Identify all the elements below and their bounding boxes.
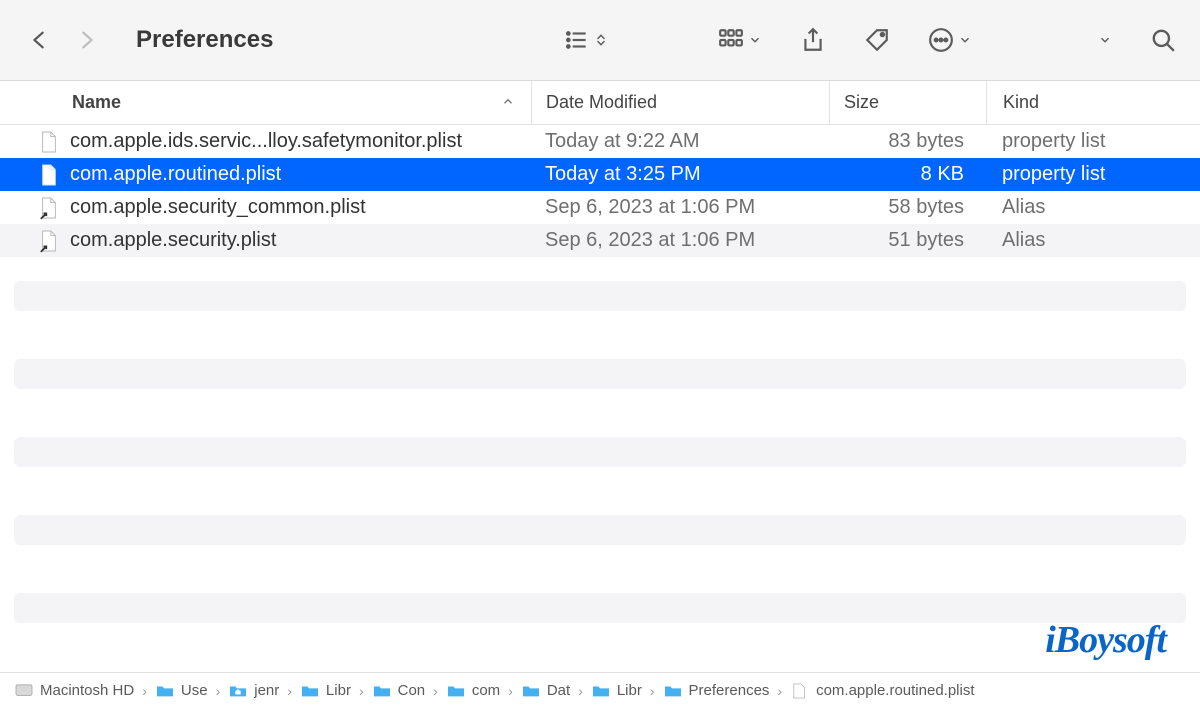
breadcrumb-separator-icon: ›: [431, 683, 440, 699]
view-mode-list-icon[interactable]: [564, 27, 608, 53]
breadcrumb-item[interactable]: com: [446, 682, 500, 699]
toolbar-actions: [564, 27, 1176, 53]
disk-icon: [14, 683, 34, 699]
folder-icon: [521, 683, 541, 699]
breadcrumb-separator-icon: ›: [775, 683, 784, 699]
empty-row: [14, 437, 1186, 467]
column-header-kind-label: Kind: [1003, 92, 1039, 113]
file-kind: Alias: [986, 196, 1200, 219]
file-kind: Alias: [986, 229, 1200, 252]
breadcrumb-label: Use: [181, 682, 208, 699]
watermark-logo: iBoysoft: [1045, 618, 1166, 662]
forward-button[interactable]: [76, 25, 98, 55]
file-row[interactable]: com.apple.security_common.plist Sep 6, 20…: [0, 191, 1200, 224]
empty-row: [14, 515, 1186, 545]
file-size: 51 bytes: [829, 229, 986, 252]
file-name: com.apple.security_common.plist: [70, 196, 366, 219]
file-size: 8 KB: [829, 163, 986, 186]
file-size: 58 bytes: [829, 196, 986, 219]
file-date: Sep 6, 2023 at 1:06 PM: [531, 229, 829, 252]
folder-icon: [155, 683, 175, 699]
toolbar: Preferences: [0, 0, 1200, 81]
file-row[interactable]: com.apple.routined.plist Today at 3:25 PM…: [0, 158, 1200, 191]
document-file-icon: [38, 128, 60, 156]
alias-file-icon: [38, 227, 60, 255]
breadcrumb-label: Macintosh HD: [40, 682, 134, 699]
search-icon[interactable]: [1150, 27, 1176, 53]
breadcrumb-label: jenr: [254, 682, 279, 699]
breadcrumb-item[interactable]: Use: [155, 682, 208, 699]
file-kind: property list: [986, 130, 1200, 153]
window-title: Preferences: [136, 26, 546, 54]
column-header-date[interactable]: Date Modified: [531, 81, 829, 124]
breadcrumb-separator-icon: ›: [648, 683, 657, 699]
breadcrumb-label: Con: [398, 682, 426, 699]
empty-row: [14, 359, 1186, 389]
share-icon[interactable]: [800, 27, 826, 53]
column-header-name[interactable]: Name: [0, 81, 531, 124]
group-by-icon[interactable]: [718, 27, 762, 53]
breadcrumb-item[interactable]: jenr: [228, 682, 279, 699]
back-button[interactable]: [28, 25, 50, 55]
dropdown-icon[interactable]: [1098, 33, 1112, 47]
empty-row: [14, 593, 1186, 623]
column-header-size[interactable]: Size: [829, 81, 986, 124]
breadcrumb-separator-icon: ›: [576, 683, 585, 699]
nav-buttons: [28, 25, 98, 55]
file-name: com.apple.security.plist: [70, 229, 276, 252]
breadcrumb-item[interactable]: Con: [372, 682, 426, 699]
folder-icon: [446, 683, 466, 699]
folder-icon: [300, 683, 320, 699]
column-header-size-label: Size: [844, 92, 879, 113]
column-header-kind[interactable]: Kind: [986, 81, 1200, 124]
more-actions-icon[interactable]: [928, 27, 972, 53]
breadcrumb-label: Dat: [547, 682, 570, 699]
file-date: Today at 3:25 PM: [531, 163, 829, 186]
tags-icon[interactable]: [864, 27, 890, 53]
file-row[interactable]: com.apple.security.plist Sep 6, 2023 at 1…: [0, 224, 1200, 257]
breadcrumb-separator-icon: ›: [285, 683, 294, 699]
watermark-text: iBoysoft: [1045, 618, 1166, 662]
document-icon: [790, 683, 810, 699]
breadcrumb-label: Preferences: [689, 682, 770, 699]
column-headers: Name Date Modified Size Kind: [0, 81, 1200, 125]
breadcrumb-separator-icon: ›: [214, 683, 223, 699]
home-folder-icon: [228, 683, 248, 699]
breadcrumb-separator-icon: ›: [506, 683, 515, 699]
breadcrumb-item[interactable]: com.apple.routined.plist: [790, 682, 974, 699]
folder-icon: [663, 683, 683, 699]
empty-rows: [0, 257, 1200, 623]
breadcrumb-item[interactable]: Preferences: [663, 682, 770, 699]
file-name: com.apple.routined.plist: [70, 163, 281, 186]
breadcrumb-separator-icon: ›: [357, 683, 366, 699]
breadcrumb-separator-icon: ›: [140, 683, 149, 699]
file-kind: property list: [986, 163, 1200, 186]
file-size: 83 bytes: [829, 130, 986, 153]
file-date: Sep 6, 2023 at 1:06 PM: [531, 196, 829, 219]
file-list: com.apple.ids.servic...lloy.safetymonito…: [0, 125, 1200, 257]
sort-ascending-icon: [501, 92, 515, 113]
breadcrumb-label: com: [472, 682, 500, 699]
folder-icon: [372, 683, 392, 699]
breadcrumb-item[interactable]: Libr: [591, 682, 642, 699]
file-row[interactable]: com.apple.ids.servic...lloy.safetymonito…: [0, 125, 1200, 158]
alias-file-icon: [38, 194, 60, 222]
document-file-icon: [38, 161, 60, 189]
column-header-date-label: Date Modified: [546, 92, 657, 113]
file-name: com.apple.ids.servic...lloy.safetymonito…: [70, 130, 462, 153]
breadcrumb-item[interactable]: Libr: [300, 682, 351, 699]
breadcrumb-item[interactable]: Dat: [521, 682, 570, 699]
file-date: Today at 9:22 AM: [531, 130, 829, 153]
column-header-name-label: Name: [72, 92, 121, 113]
path-bar: Macintosh HD › Use › jenr › Libr › Con › com › Dat › L…: [0, 672, 1200, 708]
folder-icon: [591, 683, 611, 699]
empty-row: [14, 281, 1186, 311]
breadcrumb-label: com.apple.routined.plist: [816, 682, 974, 699]
breadcrumb-item[interactable]: Macintosh HD: [14, 682, 134, 699]
breadcrumb-label: Libr: [326, 682, 351, 699]
breadcrumb-label: Libr: [617, 682, 642, 699]
